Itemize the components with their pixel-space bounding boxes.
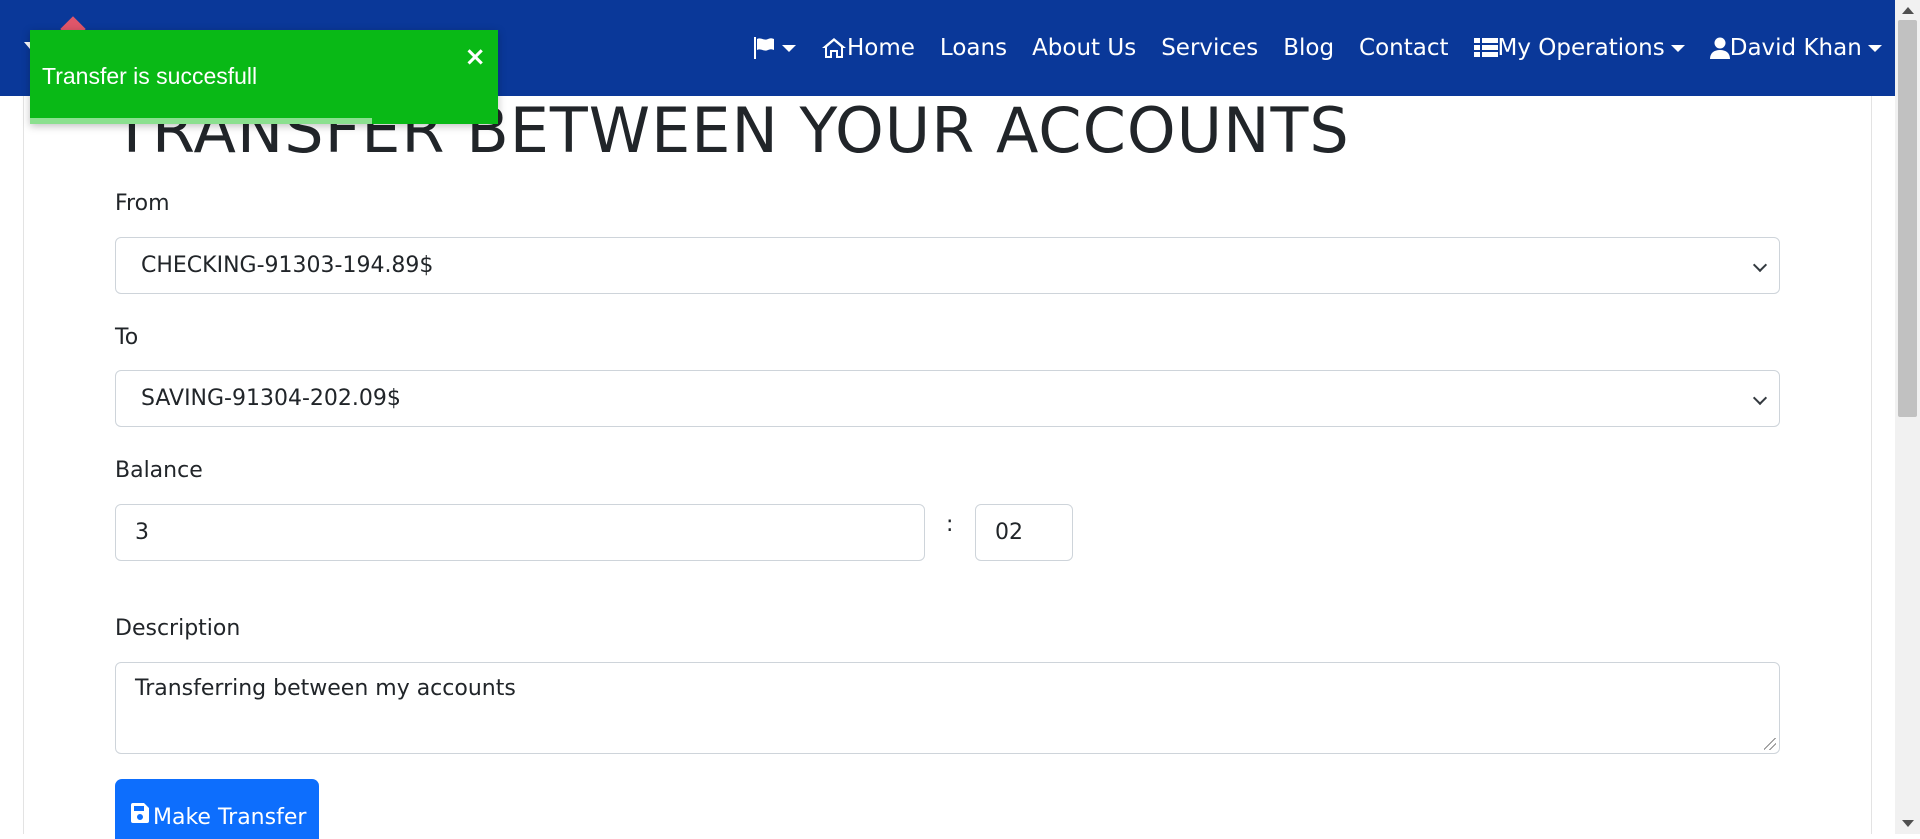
from-label: From — [115, 191, 170, 216]
scrollbar-thumb[interactable] — [1898, 20, 1917, 417]
resize-handle-icon[interactable] — [1764, 738, 1776, 750]
nav-language-dropdown[interactable] — [752, 37, 796, 59]
nav-loans[interactable]: Loans — [940, 35, 1007, 61]
user-icon — [1709, 37, 1730, 59]
success-toast: Transfer is succesfull × — [30, 30, 498, 124]
to-account-value: SAVING-91304-202.09$ — [141, 386, 401, 411]
chevron-down-icon — [1752, 390, 1768, 406]
chevron-down-icon — [1867, 44, 1882, 52]
toast-message: Transfer is succesfull — [42, 63, 258, 89]
make-transfer-button[interactable]: Make Transfer — [115, 779, 319, 839]
nav-loans-label: Loans — [939, 35, 1008, 61]
from-account-select[interactable]: CHECKING-91303-194.89$ — [115, 237, 1780, 294]
scroll-down-icon[interactable] — [1902, 820, 1914, 827]
nav-home[interactable]: Home — [821, 35, 915, 61]
description-value: Transferring between my accounts — [135, 676, 516, 701]
vertical-scrollbar[interactable] — [1895, 0, 1920, 834]
nav-home-label: Home — [847, 35, 915, 61]
chevron-down-icon — [782, 44, 796, 52]
balance-label: Balance — [115, 458, 203, 483]
scroll-up-icon[interactable] — [1902, 7, 1914, 14]
close-icon[interactable]: × — [464, 44, 486, 70]
to-account-select[interactable]: SAVING-91304-202.09$ — [115, 370, 1780, 427]
nav-contact[interactable]: Contact — [1359, 35, 1448, 61]
balance-amount-value: 3 — [135, 520, 149, 545]
home-icon — [822, 38, 846, 58]
balance-separator: : — [946, 512, 954, 537]
chevron-down-icon — [1752, 257, 1768, 273]
nav-services[interactable]: Services — [1161, 35, 1258, 61]
description-label: Description — [115, 616, 241, 641]
to-label: To — [115, 325, 139, 350]
nav-about-label: About Us — [1032, 35, 1137, 61]
nav-about-us[interactable]: About Us — [1032, 35, 1136, 61]
nav-contact-label: Contact — [1359, 35, 1449, 61]
balance-cents-input[interactable]: 02 — [975, 504, 1073, 561]
nav-user-label: David Khan — [1729, 35, 1862, 61]
nav-my-operations-dropdown[interactable]: My Operations — [1473, 35, 1685, 61]
nav-user-dropdown[interactable]: David Khan — [1709, 35, 1882, 61]
chevron-down-icon — [1670, 44, 1685, 52]
toast-progress-bar — [30, 118, 372, 124]
balance-cents-value: 02 — [995, 520, 1023, 545]
nav-services-label: Services — [1161, 35, 1259, 61]
make-transfer-label: Make Transfer — [153, 804, 307, 830]
flag-icon — [754, 37, 774, 59]
nav-my-operations-label: My Operations — [1497, 35, 1665, 61]
list-icon — [1473, 38, 1498, 57]
save-icon — [131, 803, 149, 823]
from-account-value: CHECKING-91303-194.89$ — [141, 253, 434, 278]
nav-blog[interactable]: Blog — [1283, 35, 1334, 61]
nav-blog-label: Blog — [1283, 35, 1335, 61]
balance-amount-input[interactable]: 3 — [115, 504, 925, 561]
nav-menu: Home Loans About Us Services Blog Contac… — [752, 0, 1907, 96]
description-textarea[interactable]: Transferring between my accounts — [115, 662, 1780, 754]
